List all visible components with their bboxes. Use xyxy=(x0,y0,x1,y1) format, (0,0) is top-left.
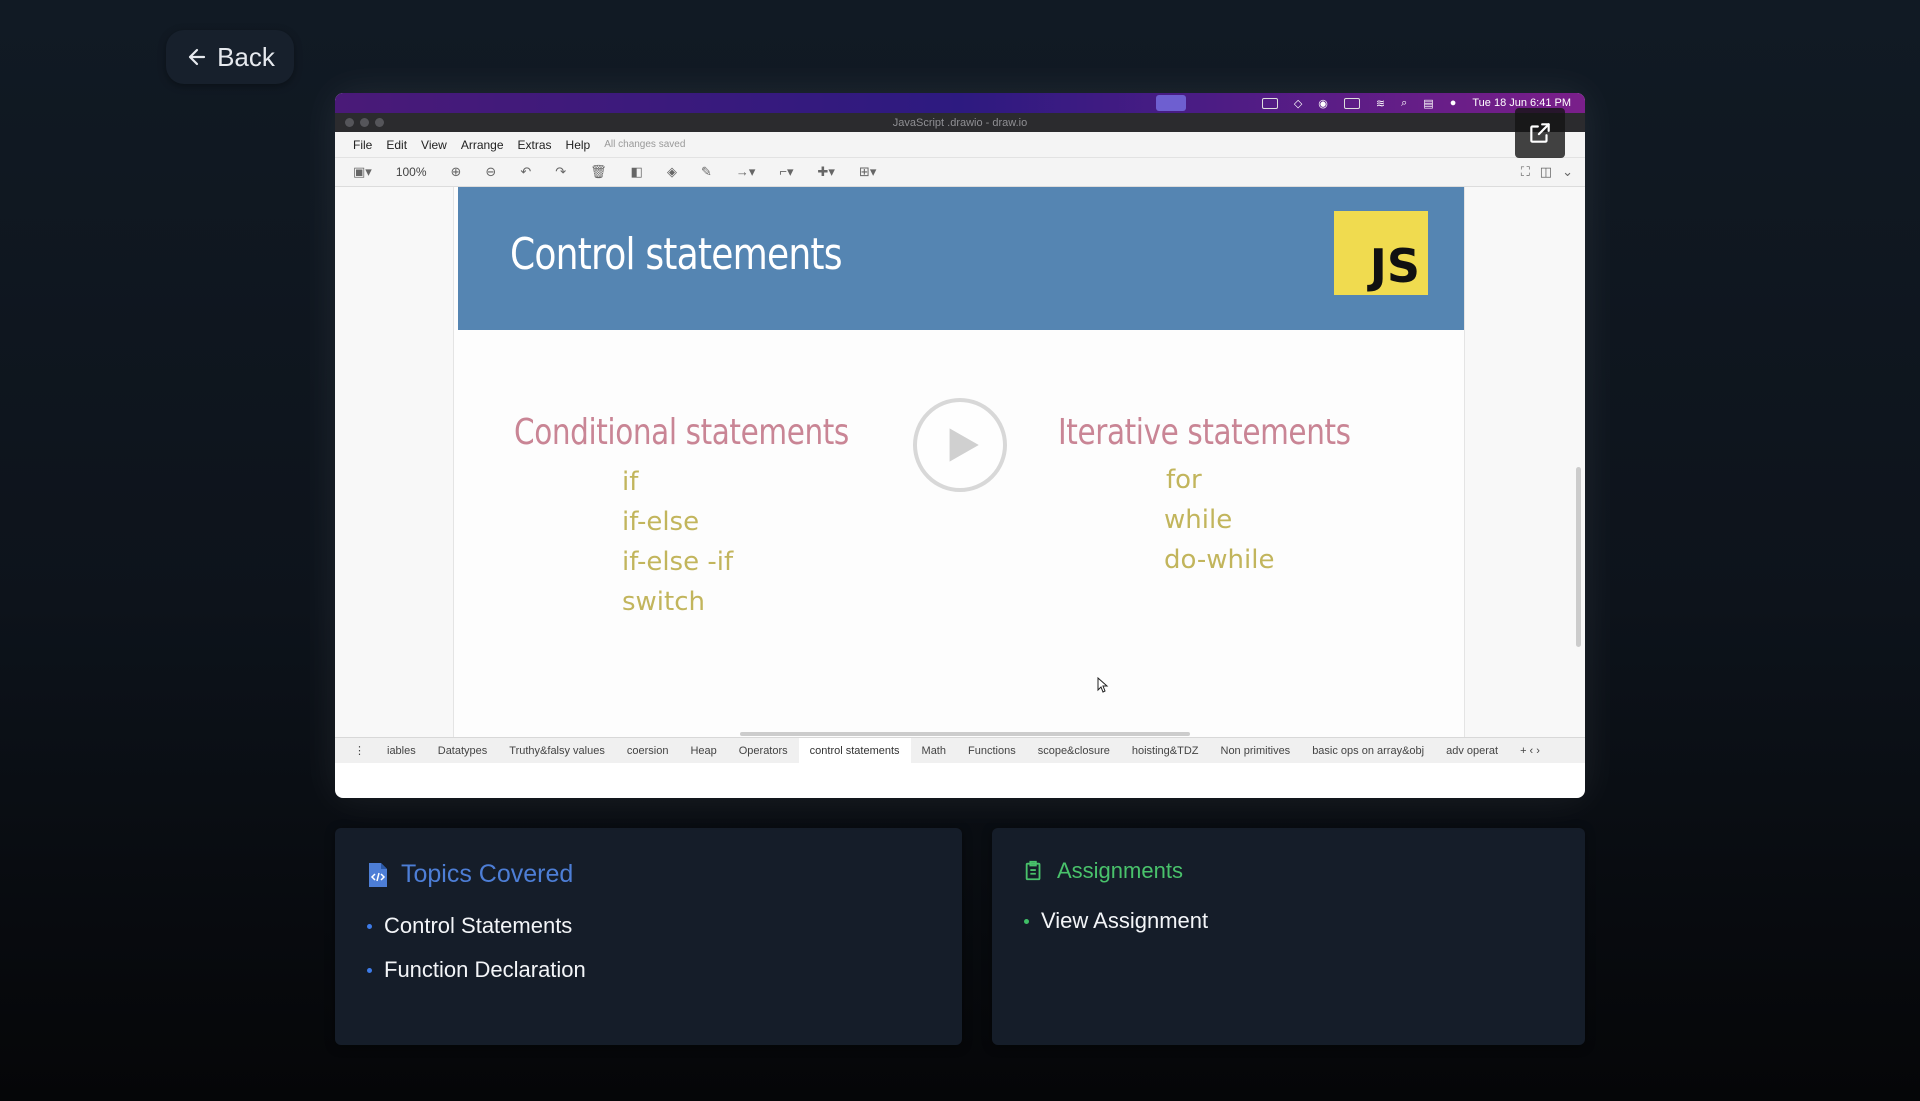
topic-item: Control Statements xyxy=(367,913,586,939)
assignments-list: View Assignment xyxy=(1024,908,1208,952)
assignment-item[interactable]: View Assignment xyxy=(1024,908,1208,934)
vertical-scrollbar[interactable] xyxy=(1576,467,1581,647)
sheet-tab: Math xyxy=(921,744,946,757)
menu-help: Help xyxy=(565,137,591,152)
topic-item: Function Declaration xyxy=(367,957,586,983)
back-button[interactable]: Back xyxy=(166,30,294,84)
topics-covered-card: Topics Covered Control Statements Functi… xyxy=(335,828,962,1045)
play-icon xyxy=(949,428,979,462)
add-sheet-icon: + ‹ › xyxy=(1520,744,1540,757)
topics-title: Topics Covered xyxy=(401,860,574,888)
table-icon: ⊞▾ xyxy=(858,164,877,179)
assignment-icon xyxy=(1025,860,1041,881)
sheet-tab: adv operat xyxy=(1446,744,1499,757)
wifi-icon: ≋ xyxy=(1375,97,1386,110)
window-titlebar: JavaScript .drawio - draw.io xyxy=(335,113,1585,132)
mac-menubar: ◇ ◉ ≋ ⌕ ▤ ● Tue 18 Jun 6:41 PM xyxy=(335,93,1585,113)
sheet-tab: Functions xyxy=(968,744,1016,757)
menu-file: File xyxy=(353,137,373,152)
format-panel-icon: ◫ xyxy=(1539,164,1553,179)
fullscreen-icon: ⛶ xyxy=(1520,164,1530,179)
zoom-out-icon: ⊖ xyxy=(485,164,497,179)
sheet-tab: iables xyxy=(387,744,416,757)
topics-list: Control Statements Function Declaration xyxy=(367,913,586,1001)
view-assignment-link[interactable]: View Assignment xyxy=(1041,908,1208,934)
assignments-card: Assignments View Assignment xyxy=(992,828,1585,1045)
panel-toggle-icon: ▣▾ xyxy=(353,164,372,179)
screen-share-icon xyxy=(1155,95,1186,111)
drawio-toolbar: ▣▾ 100% ⊕ ⊖ ↶ ↷ 🗑 ◧ ◈ ✎ →▾ ⌐▾ ✚▾ ⊞▾ ⛶ ◫ … xyxy=(335,158,1585,187)
collapse-icon: ⌄ xyxy=(1562,164,1573,179)
control-center-icon: ▤ xyxy=(1423,97,1434,110)
iterative-item: do-while xyxy=(1164,545,1275,575)
redo-icon: ↷ xyxy=(555,164,567,179)
app-menu: File Edit View Arrange Extras Help All c… xyxy=(335,132,1585,158)
sheet-tab: Non primitives xyxy=(1220,744,1291,757)
horizontal-scrollbar[interactable] xyxy=(740,732,1190,736)
bullet-icon xyxy=(367,967,372,973)
zoom-in-icon: ⊕ xyxy=(450,164,462,179)
sheet-tab: basic ops on array&obj xyxy=(1312,744,1425,757)
conditional-item: if-else -if xyxy=(622,547,734,577)
save-status: All changes saved xyxy=(604,139,686,150)
sheet-tab: Datatypes xyxy=(437,744,488,757)
menu-extras: Extras xyxy=(517,137,552,152)
conditional-heading: Conditional statements xyxy=(514,412,849,453)
js-logo: JS xyxy=(1334,211,1428,295)
topic-label: Function Declaration xyxy=(384,957,586,982)
conditional-item: if-else xyxy=(622,507,700,537)
slide-header: Control statements JS xyxy=(458,187,1464,330)
sheet-tab: Operators xyxy=(738,744,788,757)
topics-header: Topics Covered xyxy=(367,860,573,889)
sheet-tab: scope&closure xyxy=(1037,744,1110,757)
insert-icon: ✚▾ xyxy=(817,164,835,179)
bullet-icon xyxy=(1024,918,1029,924)
external-link-icon xyxy=(1530,123,1550,143)
sheet-tab: Truthy&falsy values xyxy=(509,744,605,757)
iterative-item: while xyxy=(1164,505,1233,535)
menu-arrange: Arrange xyxy=(460,137,504,152)
bullet-icon xyxy=(367,923,372,929)
to-front-icon: ◧ xyxy=(630,164,643,179)
window-title: JavaScript .drawio - draw.io xyxy=(892,116,1028,129)
menu-edit: Edit xyxy=(386,137,408,152)
assignments-header: Assignments xyxy=(1023,858,1183,884)
menu-view: View xyxy=(421,137,447,152)
conditional-item: switch xyxy=(622,587,706,617)
topic-label: Control Statements xyxy=(384,913,573,938)
play-button[interactable] xyxy=(913,398,1007,492)
iterative-heading: Iterative statements xyxy=(1058,412,1351,453)
iterative-item: for xyxy=(1166,465,1202,495)
layers-icon: ◇ xyxy=(1293,97,1303,110)
record-icon: ◉ xyxy=(1318,97,1328,110)
tabs-menu-icon: ⋮ xyxy=(354,745,365,757)
mouse-cursor-icon xyxy=(1097,677,1109,693)
zoom-level: 100% xyxy=(395,165,427,179)
line-color-icon: ✎ xyxy=(700,164,712,179)
connection-icon: →▾ xyxy=(735,164,756,179)
delete-icon: 🗑 xyxy=(590,164,607,179)
display-icon xyxy=(1261,97,1278,109)
sheet-tab-active: control statements xyxy=(798,738,911,763)
sheet-tab: hoisting&TDZ xyxy=(1131,744,1199,757)
sheet-tabs: ⋮ iables Datatypes Truthy&falsy values c… xyxy=(335,737,1585,763)
code-file-icon xyxy=(369,862,387,887)
undo-icon: ↶ xyxy=(520,164,532,179)
battery-icon xyxy=(1343,97,1360,109)
waypoints-icon: ⌐▾ xyxy=(779,164,794,179)
assignments-title: Assignments xyxy=(1057,858,1183,883)
back-button-label: Back xyxy=(217,41,275,72)
slide-title: Control statements xyxy=(510,229,843,280)
siri-icon: ● xyxy=(1449,97,1457,109)
sheet-tab: Heap xyxy=(690,744,717,757)
sheet-tab: coersion xyxy=(626,744,669,757)
search-icon: ⌕ xyxy=(1401,96,1408,109)
arrow-left-icon xyxy=(188,48,206,66)
fill-color-icon: ◈ xyxy=(666,164,677,179)
conditional-item: if xyxy=(622,467,639,497)
open-external-button[interactable] xyxy=(1515,108,1565,158)
